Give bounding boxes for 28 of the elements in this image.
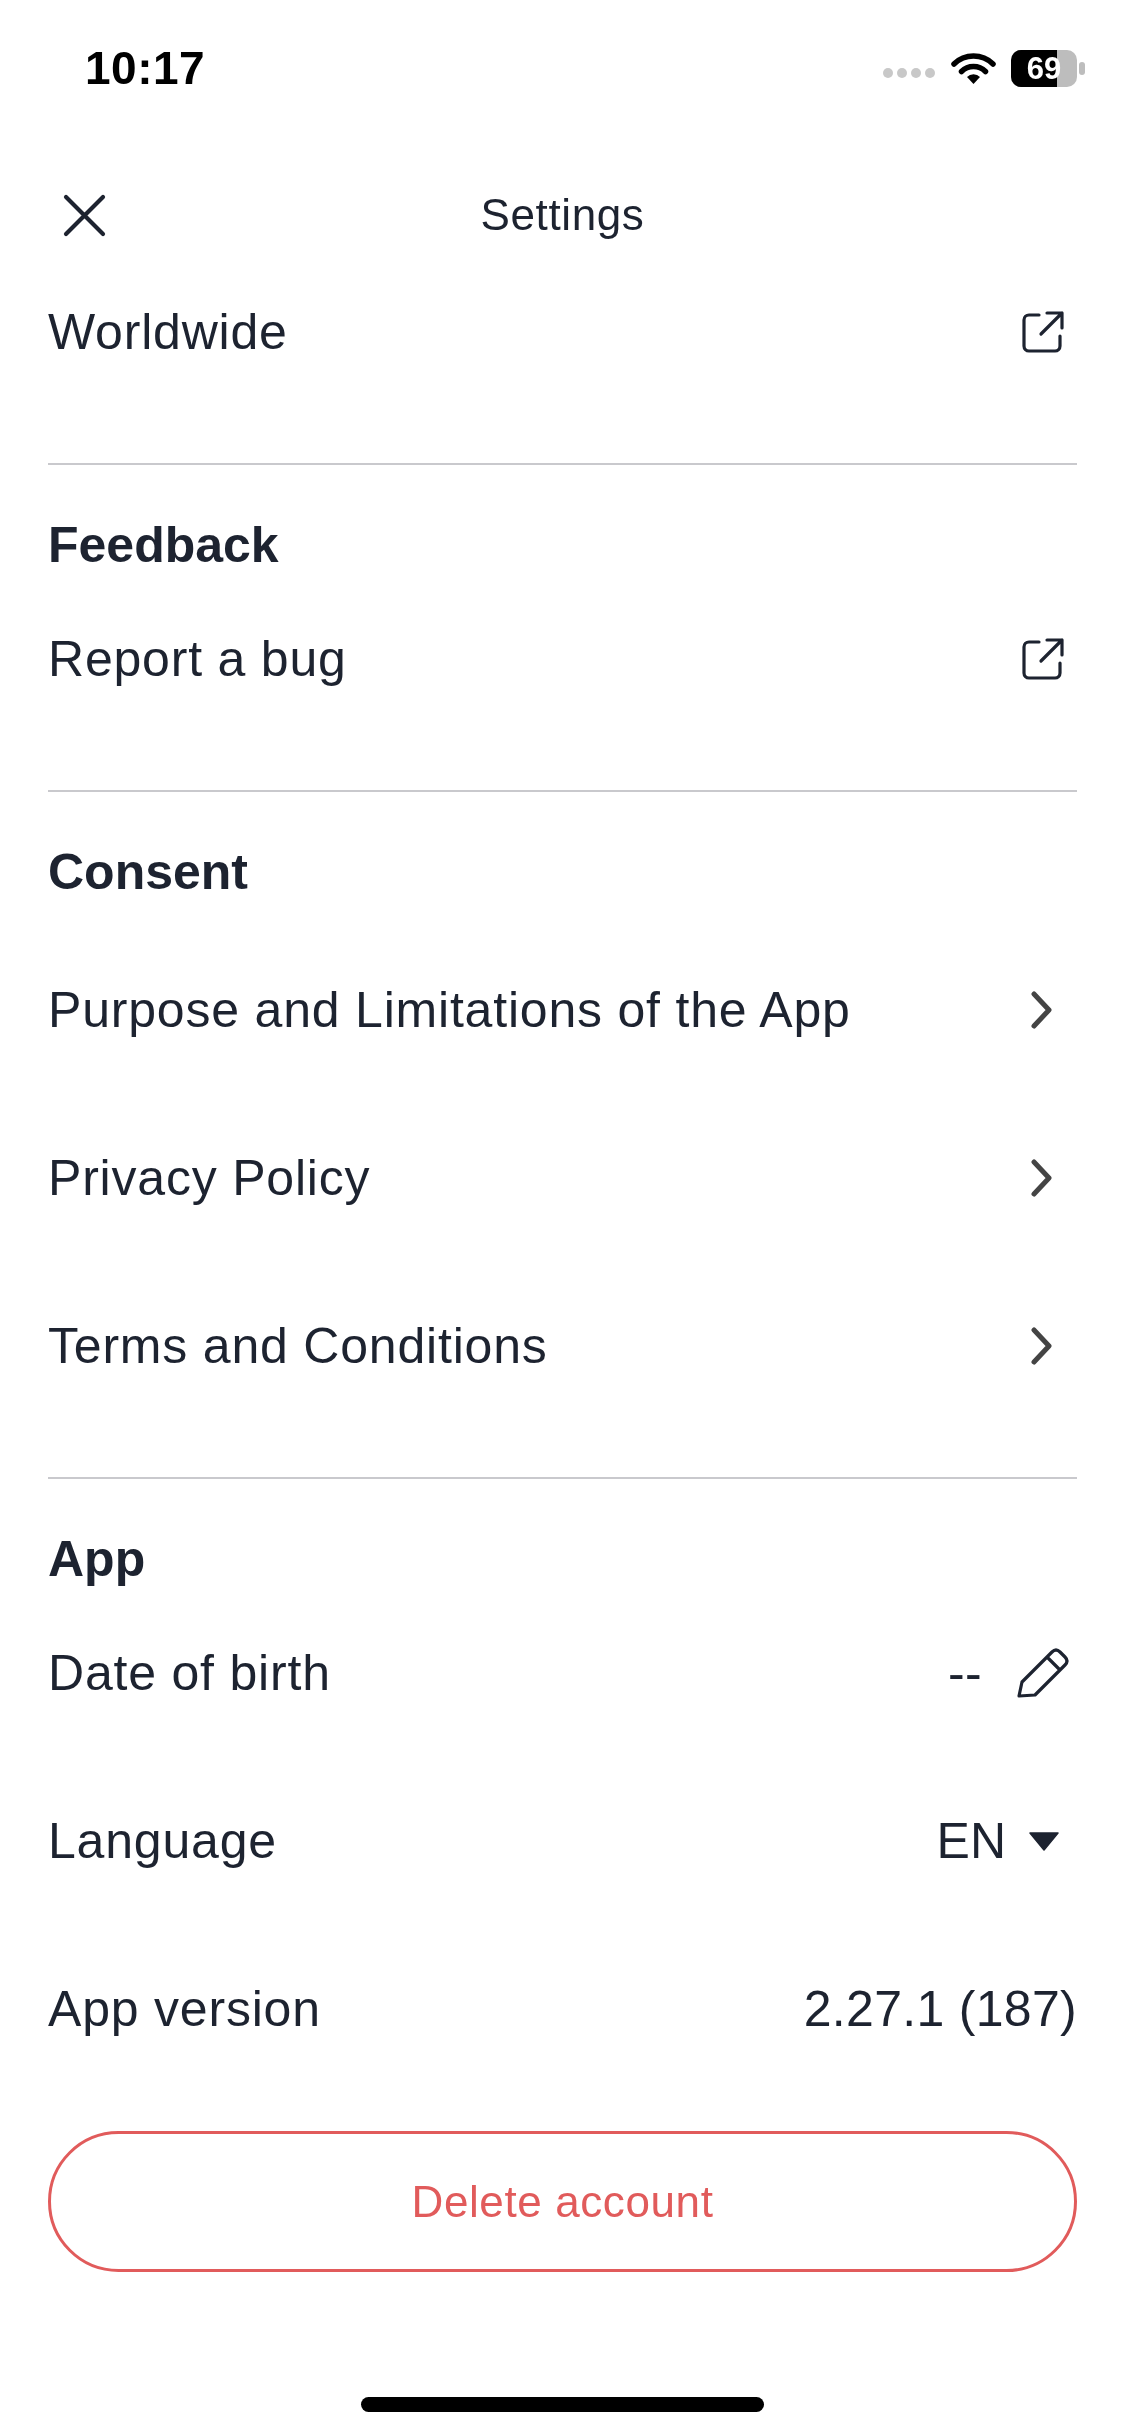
chevron-right-icon [1031, 1159, 1053, 1197]
status-time: 10:17 [85, 41, 206, 95]
setting-value: -- [948, 1644, 982, 1702]
wifi-icon [951, 51, 996, 85]
settings-link[interactable]: Terms and Conditions [48, 1262, 1077, 1430]
pencil-icon[interactable] [1014, 1646, 1070, 1700]
external-link-icon [1021, 310, 1065, 354]
chevron-right-icon [1031, 991, 1053, 1029]
page-title: Settings [480, 190, 645, 240]
settings-link[interactable]: Privacy Policy [48, 1094, 1077, 1262]
close-button[interactable] [63, 193, 106, 237]
setting-label: App version [48, 1980, 321, 2038]
chevron-right-icon [1031, 1327, 1053, 1365]
section-heading: App [48, 1530, 147, 1589]
external-link-item[interactable]: Worldwide [48, 248, 1077, 416]
section-heading: Consent [48, 843, 249, 902]
settings-link[interactable]: Purpose and Limitations of the App [48, 926, 1077, 1094]
external-link-item[interactable]: Report a bug [48, 575, 1077, 743]
close-icon [63, 193, 106, 237]
setting-label: Language [48, 1812, 277, 1870]
delete-account-button[interactable]: Delete account [48, 2131, 1077, 2272]
signal-icon [883, 68, 935, 78]
external-link-icon [1021, 637, 1065, 681]
caret-down-icon [1029, 1831, 1059, 1851]
section-heading: Feedback [48, 516, 280, 575]
language-dropdown[interactable]: EN [936, 1812, 1059, 1870]
setting-value: 2.27.1 (187) [803, 1980, 1077, 2038]
setting-label: Date of birth [48, 1644, 331, 1702]
